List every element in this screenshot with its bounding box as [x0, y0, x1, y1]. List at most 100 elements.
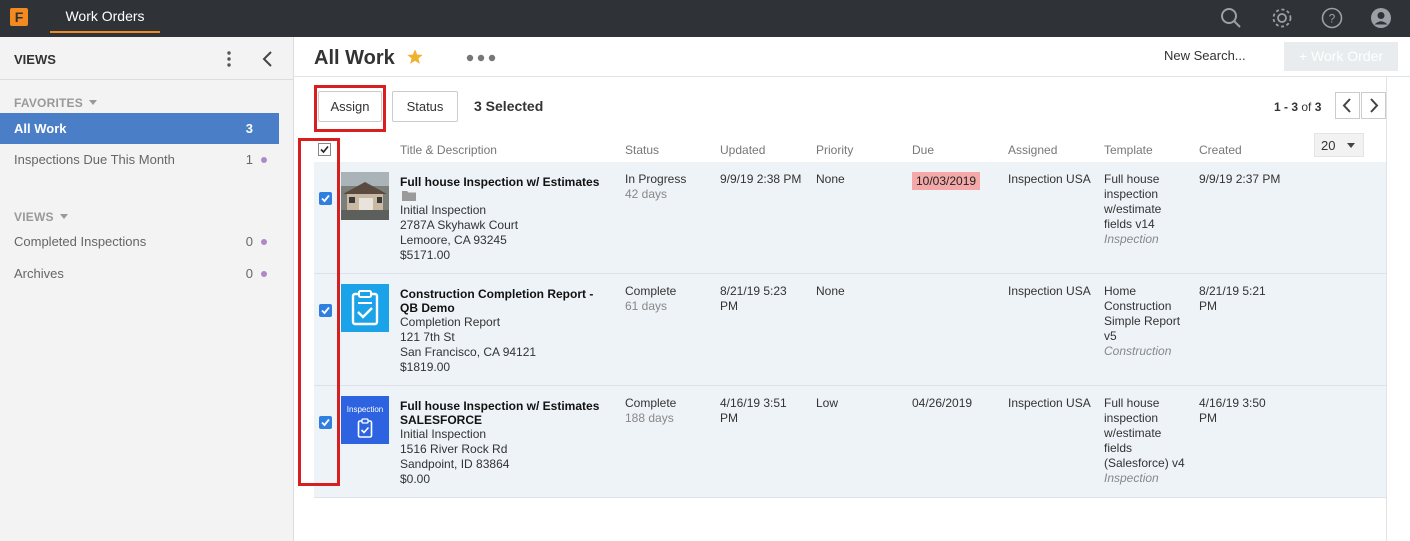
more-options-icon[interactable]: [466, 54, 498, 62]
top-bar: F Work Orders ?: [0, 0, 1410, 37]
sidebar-item-count: 0: [245, 266, 253, 281]
selected-count: 3 Selected: [474, 98, 544, 114]
row-amount: $0.00: [400, 472, 431, 486]
row-status: Complete: [625, 284, 677, 298]
row-template-line: Full house: [1104, 172, 1160, 186]
status-button[interactable]: Status: [392, 91, 458, 122]
kebab-menu-icon[interactable]: [222, 49, 236, 69]
row-updated: 4/16/19 3:51: [720, 396, 787, 410]
col-status[interactable]: Status: [625, 143, 659, 157]
row-subtitle: Completion Report: [400, 315, 501, 329]
table-row[interactable]: Full house Inspection w/ Estimates Initi…: [314, 162, 1386, 274]
next-page-button[interactable]: [1361, 92, 1386, 119]
row-priority: None: [816, 172, 845, 186]
inspection-thumbnail: Inspection: [341, 396, 389, 444]
row-amount: $5171.00: [400, 248, 451, 262]
row-created: 9/9/19 2:37 PM: [1199, 172, 1281, 186]
sidebar-item-count: 1: [245, 152, 253, 167]
house-photo-thumbnail: [341, 172, 389, 220]
caret-down-icon: [59, 214, 68, 219]
favorites-label: FAVORITES: [14, 96, 83, 110]
status-dot: [261, 239, 267, 245]
per-page-select[interactable]: 20: [1314, 133, 1364, 157]
col-assigned[interactable]: Assigned: [1008, 143, 1057, 157]
row-address-line2: Lemoore, CA 93245: [400, 233, 507, 247]
content-border: [1386, 77, 1387, 541]
sidebar-item-label: Completed Inspections: [14, 234, 147, 249]
pager-range: 1 - 3: [1274, 100, 1299, 114]
row-status: Complete: [625, 396, 677, 410]
user-avatar-icon[interactable]: [1370, 7, 1392, 29]
row-template-category: Construction: [1104, 344, 1172, 358]
row-due: 04/26/2019: [912, 396, 973, 410]
folder-icon[interactable]: [402, 190, 416, 201]
pager-info: 1 - 3 of 3: [1274, 100, 1321, 114]
row-status-days: 61 days: [625, 299, 668, 313]
svg-text:?: ?: [1329, 12, 1336, 26]
row-template-category: Inspection: [1104, 232, 1159, 246]
table-row[interactable]: Construction Completion Report - QB Demo…: [314, 274, 1386, 386]
col-updated[interactable]: Updated: [720, 143, 765, 157]
col-title[interactable]: Title & Description: [400, 143, 497, 157]
row-updated: 8/21/19 5:23: [720, 284, 787, 298]
row-title-line2[interactable]: QB Demo: [400, 301, 455, 316]
row-title-line2[interactable]: SALESFORCE: [400, 413, 482, 428]
row-template-category: Inspection: [1104, 471, 1159, 485]
row-subtitle: Initial Inspection: [400, 203, 487, 217]
sidebar-item-all-work[interactable]: All Work 3: [0, 113, 279, 144]
row-template-line: w/estimate: [1104, 202, 1162, 216]
help-icon[interactable]: ?: [1321, 7, 1343, 29]
row-template-line: (Salesforce) v4: [1104, 456, 1185, 470]
row-template-line: Home: [1104, 284, 1137, 298]
new-search-link[interactable]: New Search...: [1164, 48, 1246, 63]
row-title[interactable]: Full house Inspection w/ Estimates: [400, 175, 599, 190]
row-status-days: 188 days: [625, 411, 674, 425]
thumbnail-label: Inspection: [346, 405, 384, 414]
col-due[interactable]: Due: [912, 143, 934, 157]
status-dot: [261, 157, 267, 163]
gear-icon[interactable]: [1271, 7, 1293, 29]
views-section-label[interactable]: VIEWS: [14, 210, 68, 224]
row-template-line: Full house: [1104, 396, 1160, 410]
sidebar-header: VIEWS: [14, 52, 56, 67]
row-template-line: inspection: [1104, 411, 1159, 425]
favorite-star-icon[interactable]: [406, 48, 424, 66]
due-date-badge: 10/03/2019: [912, 172, 981, 190]
caret-down-icon: [1347, 143, 1355, 148]
table-row[interactable]: Inspection Full house Inspection w/ Esti…: [314, 386, 1386, 498]
app-logo[interactable]: F: [10, 8, 28, 26]
row-created-line2: PM: [1199, 411, 1217, 425]
row-template-line: w/estimate: [1104, 426, 1162, 440]
row-address-line2: San Francisco, CA 94121: [400, 345, 537, 359]
row-assigned: Inspection USA: [1008, 284, 1091, 298]
sidebar-item-completed-inspections[interactable]: Completed Inspections 0: [0, 226, 279, 257]
favorites-section-label[interactable]: FAVORITES: [14, 96, 97, 110]
sidebar-item-inspections-due[interactable]: Inspections Due This Month 1: [0, 144, 279, 175]
sidebar-item-archives[interactable]: Archives 0: [0, 258, 279, 289]
page-title: All Work: [314, 47, 395, 69]
row-assigned: Inspection USA: [1008, 172, 1091, 186]
col-priority[interactable]: Priority: [816, 143, 853, 157]
row-template-line: Construction: [1104, 299, 1172, 313]
per-page-value: 20: [1321, 138, 1336, 153]
row-address-line2: Sandpoint, ID 83864: [400, 457, 510, 471]
prev-page-button[interactable]: [1335, 92, 1360, 119]
col-template[interactable]: Template: [1104, 143, 1153, 157]
row-created-line2: PM: [1199, 299, 1217, 313]
sidebar-item-label: All Work: [14, 121, 67, 136]
caret-down-icon: [88, 100, 97, 105]
row-priority: None: [816, 284, 845, 298]
row-updated-line2: PM: [720, 299, 738, 313]
checkbox-column-highlight-box: [298, 138, 340, 486]
collapse-sidebar-icon[interactable]: [258, 49, 278, 69]
row-title[interactable]: Construction Completion Report -: [400, 287, 593, 302]
row-address-line1: 1516 River Rock Rd: [400, 442, 508, 456]
row-title[interactable]: Full house Inspection w/ Estimates: [400, 399, 599, 414]
nav-tab-work-orders[interactable]: Work Orders: [50, 0, 160, 33]
new-work-order-button[interactable]: + Work Order: [1284, 42, 1398, 71]
row-subtitle: Initial Inspection: [400, 427, 487, 441]
row-status: In Progress: [625, 172, 687, 186]
search-icon[interactable]: [1220, 7, 1242, 29]
col-created[interactable]: Created: [1199, 143, 1242, 157]
row-template-line: v5: [1104, 329, 1117, 343]
